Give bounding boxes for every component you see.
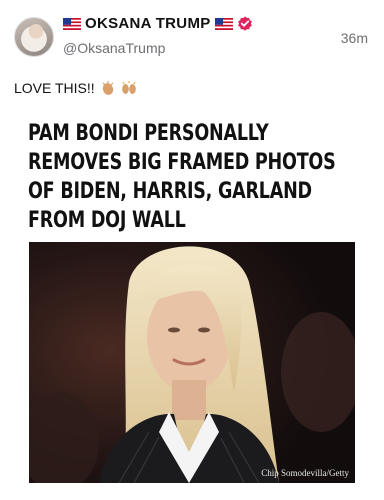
user-handle[interactable]: @OksanaTrump (63, 40, 165, 56)
raising-hands-icon (121, 81, 136, 94)
headline-line: OF BIDEN, HARRIS, GARLAND (28, 178, 312, 204)
clapping-hands-icon (102, 81, 114, 95)
article-headline: PAM BONDI PERSONALLY REMOVES BIG FRAMED … (28, 119, 363, 235)
us-flag-icon (214, 17, 233, 30)
post-timestamp: 36m (340, 30, 368, 46)
us-flag-icon (63, 17, 81, 30)
photo-credit: Chip Somodevilla/Getty (261, 468, 349, 478)
post-header: OKSANA TRUMP @OksanaTrump 36m (0, 0, 384, 72)
portrait-illustration (29, 242, 355, 483)
display-name-row[interactable]: OKSANA TRUMP (63, 15, 253, 32)
verified-badge-icon (237, 16, 252, 31)
display-name: OKSANA TRUMP (85, 15, 211, 32)
headline-line: REMOVES BIG FRAMED PHOTOS (28, 149, 336, 175)
avatar[interactable] (14, 17, 54, 57)
post-text-body: LOVE THIS!! (14, 80, 95, 96)
headline-line: PAM BONDI PERSONALLY (28, 120, 269, 146)
headline-line: FROM DOJ WALL (28, 207, 186, 233)
post-text: LOVE THIS!! (14, 80, 137, 96)
article-photo[interactable]: Chip Somodevilla/Getty (29, 242, 355, 483)
